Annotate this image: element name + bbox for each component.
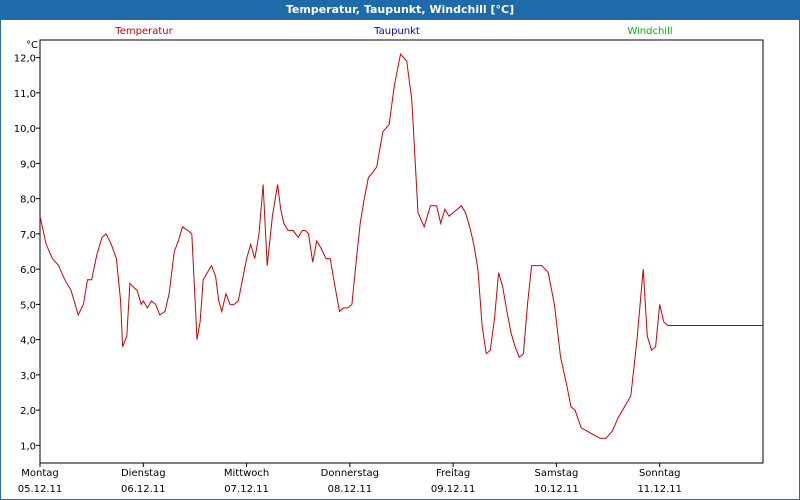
x-tick-label-day: Dienstag <box>121 468 166 479</box>
y-axis-label: °C <box>26 40 38 51</box>
y-tick-label: 12,0 <box>14 54 36 65</box>
y-tick-label: 7,0 <box>20 230 36 241</box>
y-tick-label: 2,0 <box>20 406 36 417</box>
chart-canvas: 1,02,03,04,05,06,07,08,09,010,011,012,0 … <box>14 26 764 495</box>
legend: Temperatur Taupunkt Windchill <box>114 26 672 37</box>
y-tick-label: 10,0 <box>14 124 36 135</box>
x-tick-label-date: 08.12.11 <box>328 484 373 495</box>
x-tick-label-date: 05.12.11 <box>18 484 63 495</box>
x-tick-label-date: 11.12.11 <box>637 484 682 495</box>
y-tick-label: 5,0 <box>20 300 36 311</box>
y-tick-label: 9,0 <box>20 159 36 170</box>
legend-item-temperatur: Temperatur <box>114 26 173 37</box>
x-tick-label-date: 07.12.11 <box>224 484 269 495</box>
x-tick-label-day: Donnerstag <box>321 468 379 479</box>
x-tick-label-day: Montag <box>21 468 58 479</box>
y-tick-label: 11,0 <box>14 89 36 100</box>
x-tick-label-date: 06.12.11 <box>121 484 166 495</box>
axes <box>36 39 764 467</box>
plot-frame <box>39 39 764 464</box>
x-tick-labels: Montag 05.12.11 Dienstag 06.12.11 Mittwoch 07… <box>18 468 682 495</box>
y-tick-label: 3,0 <box>20 371 36 382</box>
x-tick-label-day: Sonntag <box>639 468 681 479</box>
y-tick-label: 1,0 <box>20 441 36 452</box>
y-tick-labels: 1,0 2,0 3,0 4,0 5,0 6,0 7,0 8,0 9,0 10,0 11,0 12,0 <box>14 54 36 453</box>
x-tick-label-day: Mittwoch <box>224 468 269 479</box>
y-tick-label: 6,0 <box>20 265 36 276</box>
legend-item-taupunkt: Taupunkt <box>373 26 420 37</box>
y-tick-label: 8,0 <box>20 195 36 206</box>
x-tick-label-date: 10.12.11 <box>534 484 579 495</box>
legend-item-windchill: Windchill <box>627 26 672 37</box>
y-tick-label: 4,0 <box>20 336 36 347</box>
x-tick-label-day: Samstag <box>535 468 579 479</box>
x-tick-label-date: 09.12.11 <box>431 484 476 495</box>
x-tick-label-day: Freitag <box>436 468 470 479</box>
